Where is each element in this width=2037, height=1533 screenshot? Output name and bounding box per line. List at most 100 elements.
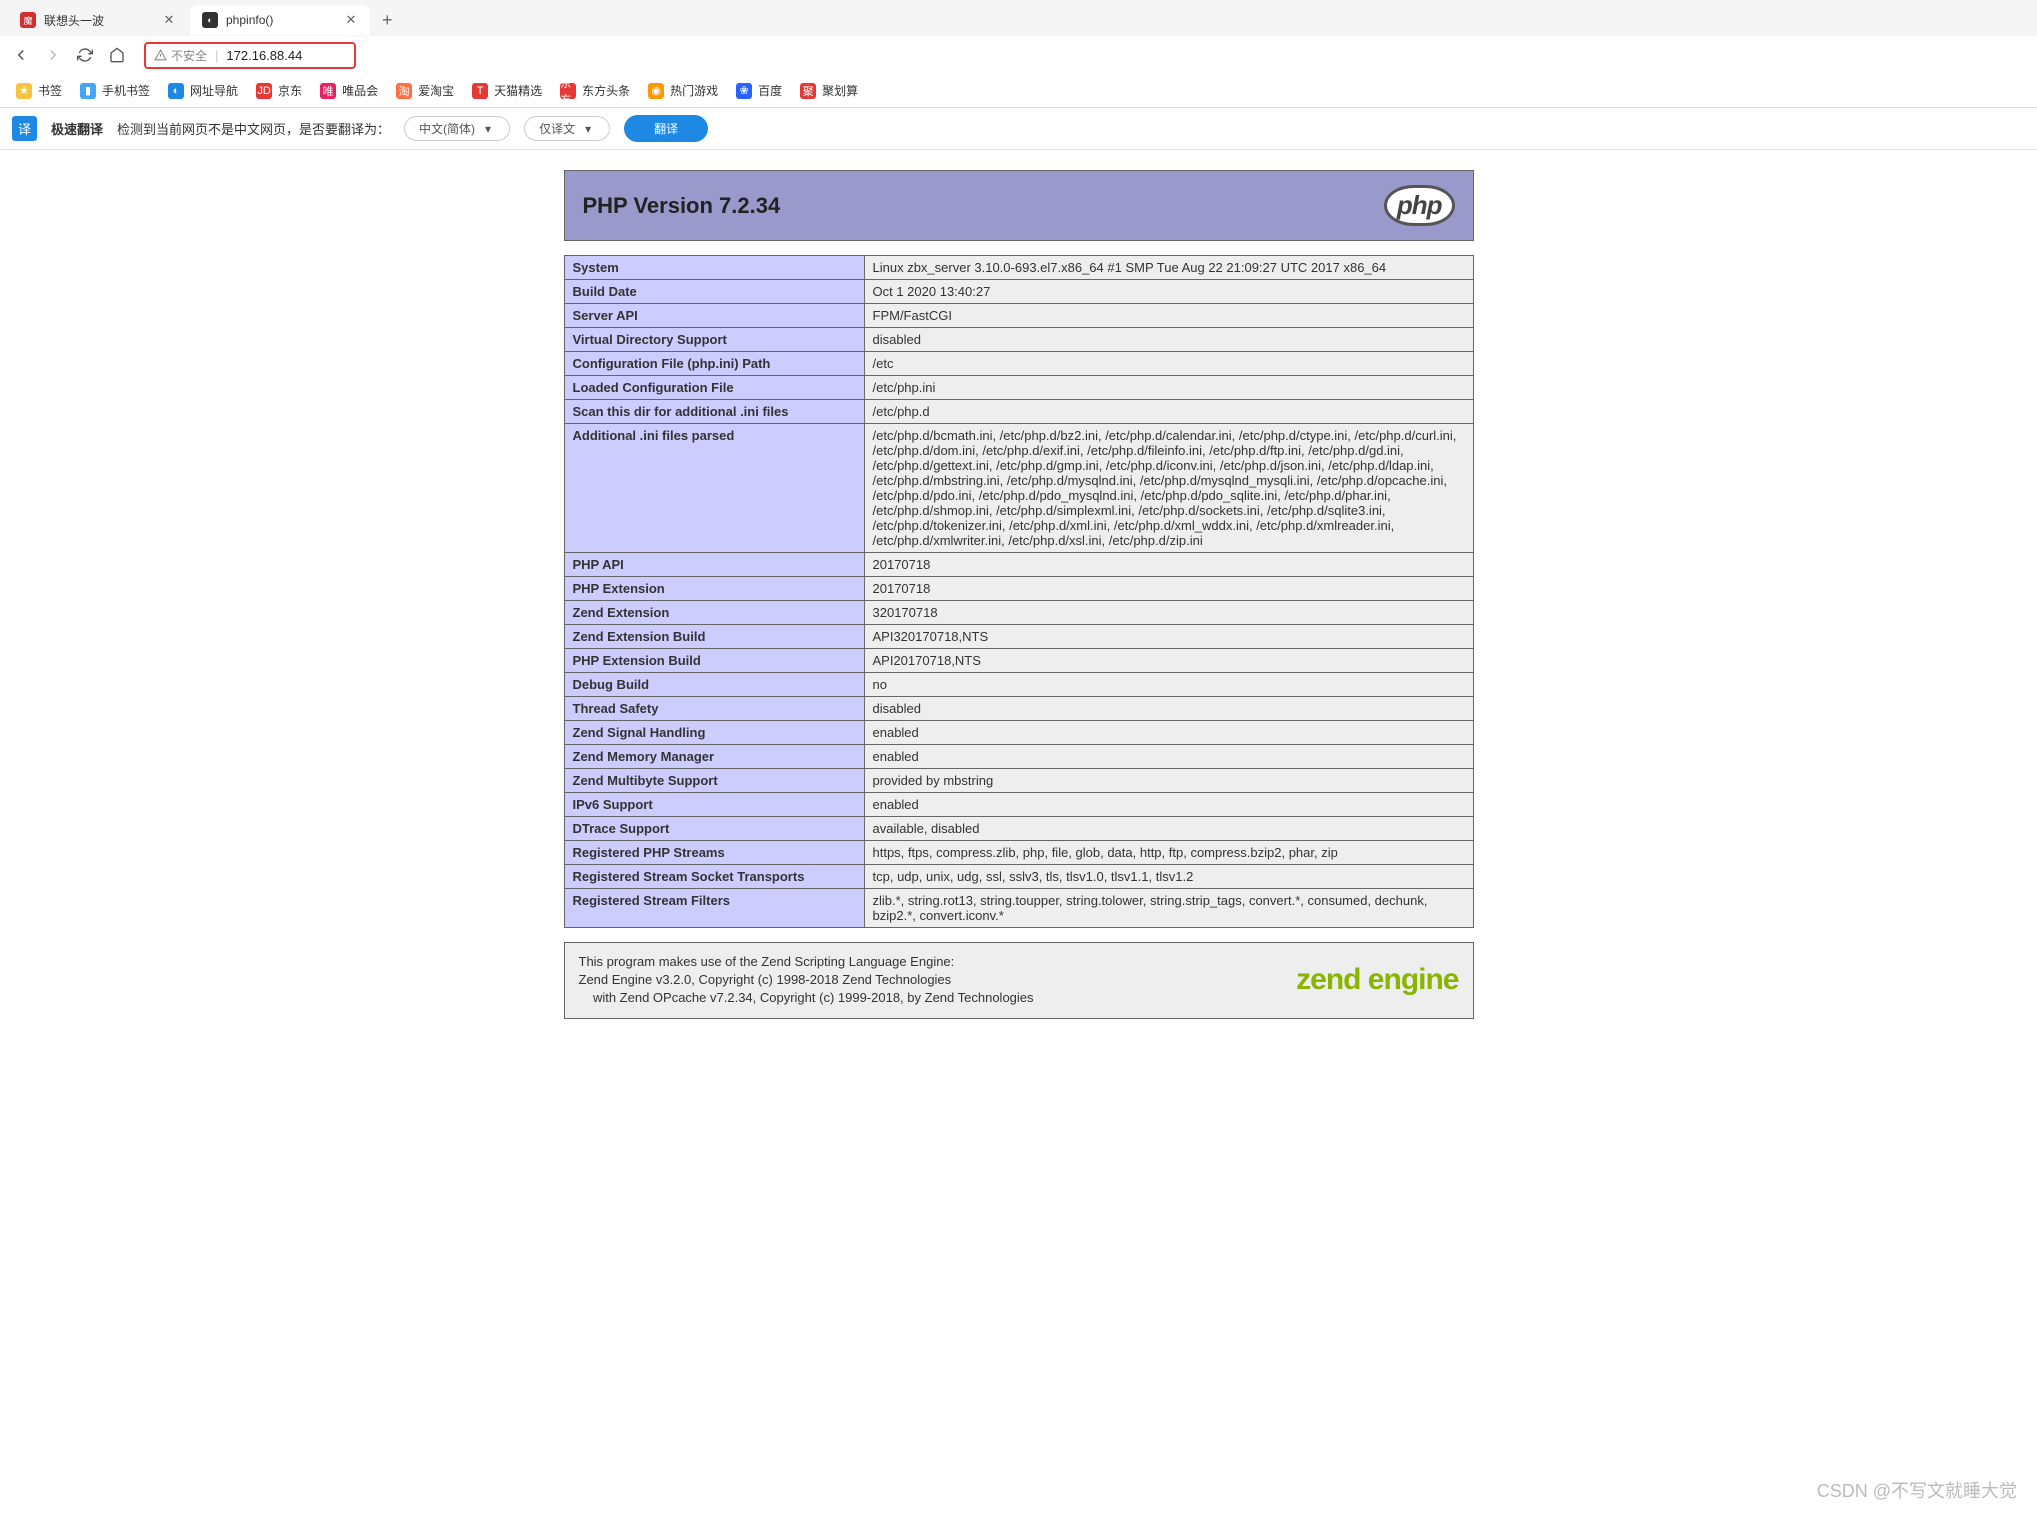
bookmark-icon: ★: [16, 83, 32, 99]
bookmark-label: 百度: [758, 82, 782, 99]
info-key: Zend Memory Manager: [564, 745, 864, 769]
bookmark-label: 东方头条: [582, 82, 630, 99]
info-key: Configuration File (php.ini) Path: [564, 352, 864, 376]
info-value: /etc: [864, 352, 1473, 376]
address-separator: |: [215, 48, 218, 63]
chevron-down-icon: ▾: [585, 122, 591, 136]
info-value: https, ftps, compress.zlib, php, file, g…: [864, 841, 1473, 865]
bookmark-icon: T: [472, 83, 488, 99]
bookmark-icon: 聚: [800, 83, 816, 99]
bookmark-item[interactable]: ◉ 热门游戏: [648, 82, 718, 99]
bookmark-icon: ◉: [648, 83, 664, 99]
info-value: no: [864, 673, 1473, 697]
bookmark-label: 网址导航: [190, 82, 238, 99]
bookmark-item[interactable]: 淘爱淘宝: [396, 82, 454, 99]
bookmark-icon: 淘: [396, 83, 412, 99]
address-input[interactable]: [226, 48, 346, 63]
info-value: available, disabled: [864, 817, 1473, 841]
table-row: SystemLinux zbx_server 3.10.0-693.el7.x8…: [564, 256, 1473, 280]
table-row: Loaded Configuration File/etc/php.ini: [564, 376, 1473, 400]
phpinfo-content: PHP Version 7.2.34 php SystemLinux zbx_s…: [552, 170, 1486, 1019]
table-row: DTrace Supportavailable, disabled: [564, 817, 1473, 841]
insecure-badge: 不安全: [154, 47, 207, 64]
table-row: Scan this dir for additional .ini files/…: [564, 400, 1473, 424]
bookmark-item[interactable]: JD京东: [256, 82, 302, 99]
info-value: disabled: [864, 697, 1473, 721]
translate-icon: 译: [12, 116, 37, 141]
info-value: Oct 1 2020 13:40:27: [864, 280, 1473, 304]
reload-button[interactable]: [76, 46, 94, 64]
tab-title: 联想头一波: [44, 12, 154, 29]
close-icon[interactable]: ✕: [162, 13, 176, 27]
bookmark-icon: 唯: [320, 83, 336, 99]
translate-prompt: 检测到当前网页不是中文网页，是否要翻译为：: [117, 119, 390, 138]
translate-mode-select[interactable]: 仅译文 ▾: [524, 116, 610, 141]
info-key: DTrace Support: [564, 817, 864, 841]
back-button[interactable]: [12, 46, 30, 64]
info-value: 20170718: [864, 577, 1473, 601]
tab-bar: 魔 联想头一波 ✕ ◐ phpinfo() ✕+: [0, 0, 2037, 36]
bookmark-label: 热门游戏: [670, 82, 718, 99]
watermark: CSDN @不写文就睡大觉: [1817, 1477, 2017, 1503]
info-value: 20170718: [864, 553, 1473, 577]
bookmark-item[interactable]: ★ 书签: [16, 82, 62, 99]
chevron-down-icon: ▾: [485, 122, 491, 136]
info-key: Zend Extension Build: [564, 625, 864, 649]
info-value: disabled: [864, 328, 1473, 352]
zend-logo: zend engine: [1296, 963, 1458, 997]
forward-button[interactable]: [44, 46, 62, 64]
info-key: System: [564, 256, 864, 280]
table-row: Zend Multibyte Supportprovided by mbstri…: [564, 769, 1473, 793]
info-value: /etc/php.d/bcmath.ini, /etc/php.d/bz2.in…: [864, 424, 1473, 553]
info-value: /etc/php.ini: [864, 376, 1473, 400]
info-key: IPv6 Support: [564, 793, 864, 817]
table-row: Build DateOct 1 2020 13:40:27: [564, 280, 1473, 304]
bookmark-item[interactable]: ❀ 百度: [736, 82, 782, 99]
table-row: Registered Stream Filterszlib.*, string.…: [564, 889, 1473, 928]
browser-tab[interactable]: 魔 联想头一波 ✕: [8, 5, 188, 35]
table-row: Configuration File (php.ini) Path/etc: [564, 352, 1473, 376]
info-value: provided by mbstring: [864, 769, 1473, 793]
table-row: Zend Memory Managerenabled: [564, 745, 1473, 769]
info-key: PHP Extension Build: [564, 649, 864, 673]
zend-text: This program makes use of the Zend Scrip…: [579, 953, 1034, 1008]
info-key: Registered Stream Filters: [564, 889, 864, 928]
tab-title: phpinfo(): [226, 13, 336, 27]
bookmark-item[interactable]: ▮手机书签: [80, 82, 150, 99]
bookmark-icon: 东方: [560, 83, 576, 99]
table-row: Thread Safetydisabled: [564, 697, 1473, 721]
new-tab-button[interactable]: +: [372, 6, 403, 35]
bookmark-label: 京东: [278, 82, 302, 99]
bookmark-item[interactable]: 唯唯品会: [320, 82, 378, 99]
translate-language-select[interactable]: 中文(简体) ▾: [404, 116, 510, 141]
php-header: PHP Version 7.2.34 php: [564, 170, 1474, 241]
bookmark-label: 天猫精选: [494, 82, 542, 99]
table-row: Zend Extension BuildAPI320170718,NTS: [564, 625, 1473, 649]
bookmark-item[interactable]: 东方东方头条: [560, 82, 630, 99]
php-version-title: PHP Version 7.2.34: [583, 193, 781, 219]
translate-button[interactable]: 翻译: [624, 115, 708, 142]
insecure-label: 不安全: [171, 47, 207, 64]
bookmark-item[interactable]: T 天猫精选: [472, 82, 542, 99]
browser-tab[interactable]: ◐ phpinfo() ✕: [190, 5, 370, 35]
address-bar[interactable]: 不安全 |: [144, 42, 356, 69]
close-icon[interactable]: ✕: [344, 13, 358, 27]
info-key: Zend Multibyte Support: [564, 769, 864, 793]
bookmark-icon: ❀: [736, 83, 752, 99]
table-row: IPv6 Supportenabled: [564, 793, 1473, 817]
bookmarks-bar: ★ 书签 ▮手机书签 ◐网址导航 JD京东 唯唯品会 淘爱淘宝 T 天猫精选 东方东方头条 ◉ 热门游…: [0, 74, 2037, 108]
info-value: zlib.*, string.rot13, string.toupper, st…: [864, 889, 1473, 928]
bookmark-label: 书签: [38, 82, 62, 99]
info-value: API20170718,NTS: [864, 649, 1473, 673]
bookmark-item[interactable]: ◐网址导航: [168, 82, 238, 99]
bookmark-item[interactable]: 聚聚划算: [800, 82, 858, 99]
info-key: Zend Signal Handling: [564, 721, 864, 745]
table-row: Server APIFPM/FastCGI: [564, 304, 1473, 328]
table-row: Registered PHP Streamshttps, ftps, compr…: [564, 841, 1473, 865]
info-key: Registered Stream Socket Transports: [564, 865, 864, 889]
home-button[interactable]: [108, 46, 126, 64]
phpinfo-table: SystemLinux zbx_server 3.10.0-693.el7.x8…: [564, 255, 1474, 928]
info-value: Linux zbx_server 3.10.0-693.el7.x86_64 #…: [864, 256, 1473, 280]
table-row: Zend Extension320170718: [564, 601, 1473, 625]
tab-favicon: ◐: [202, 12, 218, 28]
